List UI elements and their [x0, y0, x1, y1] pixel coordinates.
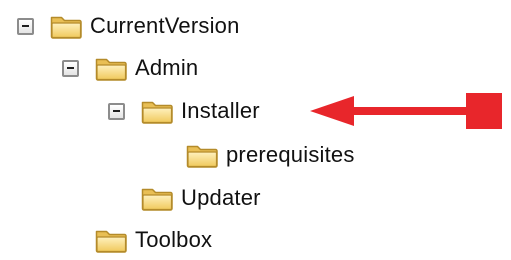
folder-icon: [95, 227, 127, 253]
folder-tree: CurrentVersion Admin Installer prerequis…: [0, 0, 511, 259]
folder-icon: [50, 13, 82, 39]
tree-node-label: CurrentVersion: [90, 13, 240, 38]
tree-node-label: Admin: [135, 55, 199, 80]
tree-node-installer[interactable]: Installer: [108, 91, 260, 131]
folder-icon: [141, 98, 173, 124]
tree-node-label: Updater: [181, 185, 261, 210]
folder-icon: [95, 55, 127, 81]
tree-node-currentversion[interactable]: CurrentVersion: [17, 6, 240, 46]
tree-node-admin[interactable]: Admin: [62, 48, 198, 88]
tree-node-label: Installer: [181, 98, 260, 123]
folder-icon: [186, 142, 218, 168]
tree-node-toolbox[interactable]: Toolbox: [62, 220, 212, 260]
tree-node-prerequisites[interactable]: prerequisites: [153, 135, 355, 175]
tree-node-label: prerequisites: [226, 142, 355, 167]
tree-node-label: Toolbox: [135, 227, 213, 252]
collapse-toggle-icon[interactable]: [17, 17, 34, 35]
tree-node-updater[interactable]: Updater: [108, 178, 261, 218]
collapse-toggle-icon[interactable]: [62, 59, 79, 77]
folder-icon: [141, 185, 173, 211]
collapse-toggle-icon[interactable]: [108, 102, 125, 120]
